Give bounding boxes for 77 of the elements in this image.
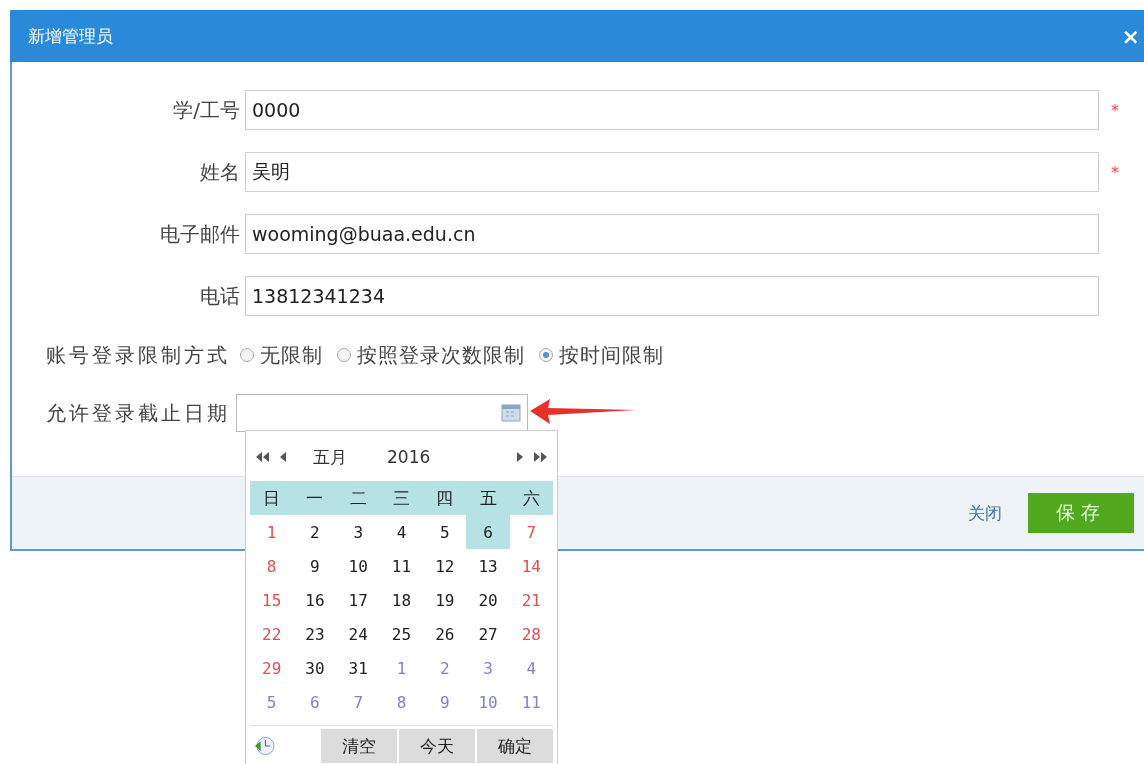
- required-mark: *: [1111, 100, 1119, 120]
- calendar-day[interactable]: 5: [250, 685, 294, 719]
- close-button[interactable]: ×: [1119, 23, 1142, 49]
- weekday-header: 六: [509, 481, 553, 515]
- clock-icon[interactable]: [254, 734, 275, 758]
- calendar-day[interactable]: 5: [423, 515, 467, 549]
- calendar-day[interactable]: 23: [293, 617, 337, 651]
- calendar-day[interactable]: 15: [250, 583, 294, 617]
- weekday-header: 日: [250, 481, 294, 515]
- calendar-day[interactable]: 26: [423, 617, 467, 651]
- calendar-day[interactable]: 3: [466, 651, 510, 685]
- radio-label: 无限制: [260, 341, 323, 369]
- calendar-day[interactable]: 17: [336, 583, 380, 617]
- field-label: 允许登录截止日期: [46, 399, 230, 427]
- radio-button[interactable]: [240, 348, 254, 362]
- calendar-day[interactable]: 10: [466, 685, 510, 719]
- calendar-day[interactable]: 28: [509, 617, 553, 651]
- year-label: 2016: [387, 447, 432, 467]
- calendar-day[interactable]: 29: [250, 651, 294, 685]
- input-field[interactable]: 13812341234: [245, 276, 1099, 316]
- calendar-button[interactable]: 今天: [399, 729, 475, 763]
- field-label: 姓名: [199, 158, 241, 186]
- calendar-day[interactable]: 18: [379, 583, 424, 617]
- calendar-day[interactable]: 3: [336, 515, 380, 549]
- calendar-day[interactable]: 25: [379, 617, 424, 651]
- radio-button[interactable]: [337, 348, 351, 362]
- calendar-day[interactable]: 7: [336, 685, 380, 719]
- calendar-day[interactable]: 2: [293, 515, 337, 549]
- field-label: 学/工号: [172, 96, 241, 124]
- calendar-day[interactable]: 6: [293, 685, 337, 719]
- calendar-day[interactable]: 27: [466, 617, 510, 651]
- field-label: 账号登录限制方式: [46, 341, 230, 369]
- calendar-day[interactable]: 12: [423, 549, 467, 583]
- field-label: 电话: [199, 282, 241, 310]
- month-label: 五月: [313, 445, 347, 469]
- calendar-day[interactable]: 13: [466, 549, 510, 583]
- dialog-title: 新增管理员: [28, 24, 113, 48]
- calendar-button[interactable]: 确定: [477, 729, 553, 763]
- calendar-day[interactable]: 4: [509, 651, 553, 685]
- calendar-day[interactable]: 1: [250, 515, 294, 549]
- weekday-header: 三: [379, 481, 424, 515]
- calendar-day[interactable]: 4: [379, 515, 424, 549]
- calendar-day[interactable]: 7: [509, 515, 553, 549]
- calendar-day[interactable]: 16: [293, 583, 337, 617]
- calendar-day[interactable]: 24: [336, 617, 380, 651]
- weekday-header: 二: [336, 481, 380, 515]
- calendar-day[interactable]: 11: [509, 685, 553, 719]
- required-mark: *: [1111, 162, 1119, 182]
- calendar-day[interactable]: 9: [423, 685, 467, 719]
- calendar-button[interactable]: 清空: [321, 729, 397, 763]
- calendar-day[interactable]: 30: [293, 651, 337, 685]
- calendar-day[interactable]: 11: [379, 549, 424, 583]
- calendar-day[interactable]: 22: [250, 617, 294, 651]
- input-field[interactable]: 0000: [245, 90, 1099, 130]
- calendar-day[interactable]: 8: [379, 685, 424, 719]
- field-label: 电子邮件: [159, 220, 241, 248]
- calendar-day[interactable]: 20: [466, 583, 510, 617]
- input-field[interactable]: 吴明: [245, 152, 1099, 192]
- calendar-day[interactable]: 8: [250, 549, 294, 583]
- weekday-header: 五: [466, 481, 510, 515]
- calendar-icon[interactable]: [501, 404, 521, 422]
- calendar-day[interactable]: 2: [423, 651, 467, 685]
- calendar-day[interactable]: 9: [293, 549, 337, 583]
- calendar-day[interactable]: 21: [509, 583, 553, 617]
- input-field[interactable]: wooming@buaa.edu.cn: [245, 214, 1099, 254]
- calendar-day[interactable]: 31: [336, 651, 380, 685]
- calendar-day[interactable]: 1: [379, 651, 424, 685]
- calendar-day[interactable]: 19: [423, 583, 467, 617]
- calendar-day[interactable]: 6: [466, 515, 510, 549]
- radio-label: 按照登录次数限制: [357, 341, 525, 369]
- calendar-day[interactable]: 14: [509, 549, 553, 583]
- radio-label: 按时间限制: [559, 341, 664, 369]
- weekday-header: 一: [293, 481, 337, 515]
- weekday-header: 四: [423, 481, 467, 515]
- calendar-day[interactable]: 10: [336, 549, 380, 583]
- radio-button[interactable]: [539, 348, 553, 362]
- close-link[interactable]: 关闭: [962, 500, 1008, 526]
